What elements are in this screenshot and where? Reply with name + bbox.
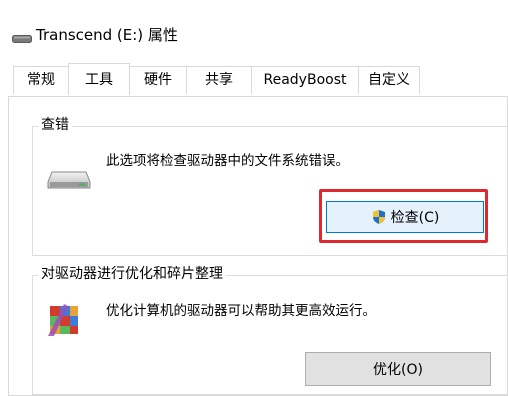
error-check-description: 此选项将检查驱动器中的文件系统错误。 xyxy=(106,153,349,169)
tab-sharing[interactable]: 共享 xyxy=(186,66,252,94)
error-check-group-label: 查错 xyxy=(38,116,72,134)
tab-general[interactable]: 常规 xyxy=(13,66,69,94)
drive-icon xyxy=(47,171,91,189)
tab-customize[interactable]: 自定义 xyxy=(358,66,420,94)
tab-readyboost[interactable]: ReadyBoost xyxy=(251,66,359,94)
optimize-button-label: 优化(O) xyxy=(373,362,423,378)
window-titlebar: Transcend (E:) 属性 xyxy=(0,0,508,62)
tab-hardware[interactable]: 硬件 xyxy=(129,66,187,94)
drive-icon xyxy=(12,35,32,43)
tab-tools[interactable]: 工具 xyxy=(68,63,130,95)
highlight-annotation xyxy=(319,189,488,243)
tab-strip: 常规 工具 硬件 共享 ReadyBoost 自定义 xyxy=(0,63,508,97)
optimize-button[interactable]: 优化(O) xyxy=(305,352,491,386)
window-title: Transcend (E:) 属性 xyxy=(36,26,178,44)
optimize-group-label: 对驱动器进行优化和碎片整理 xyxy=(38,265,226,283)
optimize-description: 优化计算机的驱动器可以帮助其更高效运行。 xyxy=(106,303,376,319)
defrag-icon xyxy=(48,304,78,336)
